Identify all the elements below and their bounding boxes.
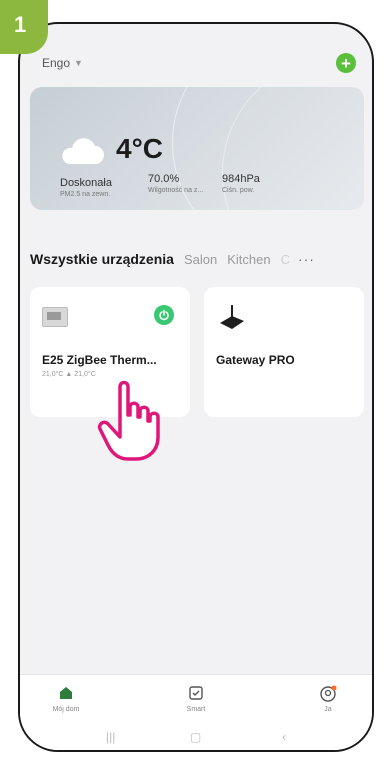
stat-pressure: 984hPa Ciśn. pow.: [222, 173, 260, 194]
add-device-button[interactable]: +: [336, 53, 356, 73]
stat-value: Doskonała: [60, 177, 112, 189]
stat-air-quality: Doskonała PM2.5 na zewn.: [60, 177, 112, 198]
home-icon: [60, 687, 72, 699]
stat-label: Ciśn. pow.: [222, 187, 255, 194]
stat-label: Wilgotność na z...: [148, 187, 204, 194]
system-navigation-bar: ||| ▢ ‹: [20, 718, 372, 750]
thermostat-icon: [42, 307, 68, 327]
stat-humidity: 70.0% Wilgotność na z...: [148, 173, 203, 194]
system-home-icon[interactable]: ▢: [190, 730, 201, 744]
power-icon: [159, 309, 169, 321]
nav-profile[interactable]: Ja: [298, 685, 358, 713]
device-name: Gateway PRO: [216, 353, 295, 367]
system-back-icon[interactable]: ‹: [282, 730, 286, 744]
device-card-gateway[interactable]: Gateway PRO: [204, 287, 364, 417]
room-tabs: Wszystkie urządzenia Salon Kitchen C ···: [30, 247, 362, 271]
step-badge: 1: [0, 0, 48, 54]
bottom-navigation: Mój dom Smart Ja: [20, 674, 372, 719]
device-name: E25 ZigBee Therm...: [42, 353, 157, 367]
home-name: Engo: [42, 56, 71, 70]
more-tabs-button[interactable]: ···: [298, 251, 315, 267]
tab-salon[interactable]: Salon: [184, 252, 217, 267]
profile-icon: [320, 685, 337, 702]
phone-frame: Engo ▼ + 4°C Doskonała PM2.5 na zewn. 70…: [18, 22, 374, 752]
tab-more-room[interactable]: C: [281, 252, 290, 267]
nav-smart[interactable]: Smart: [166, 685, 226, 713]
stat-label: PM2.5 na zewn.: [60, 191, 111, 198]
caret-down-icon: ▼: [74, 58, 83, 68]
weather-card[interactable]: 4°C Doskonała PM2.5 na zewn. 70.0% Wilgo…: [30, 87, 364, 210]
temperature: 4°C: [116, 133, 163, 164]
stat-value: 70.0%: [148, 173, 180, 185]
tab-all-devices[interactable]: Wszystkie urządzenia: [30, 251, 174, 267]
tab-kitchen[interactable]: Kitchen: [227, 252, 270, 267]
home-selector[interactable]: Engo ▼: [42, 56, 83, 70]
step-number: 1: [14, 12, 27, 37]
cloud-icon: [62, 138, 104, 164]
nav-label: Smart: [186, 706, 206, 713]
device-status: 21,0°C ▲ 21,0°C: [42, 371, 96, 378]
gateway-icon: [220, 305, 244, 329]
power-button[interactable]: [154, 305, 174, 325]
recent-apps-icon[interactable]: |||: [106, 730, 115, 744]
top-bar: Engo ▼ +: [20, 24, 372, 84]
nav-my-home[interactable]: Mój dom: [36, 685, 96, 713]
stat-value: 984hPa: [222, 173, 260, 185]
nav-label: Ja: [324, 706, 332, 713]
smart-checkbox-icon: [189, 686, 203, 700]
tap-hand-icon: [97, 380, 160, 461]
nav-label: Mój dom: [52, 706, 80, 713]
